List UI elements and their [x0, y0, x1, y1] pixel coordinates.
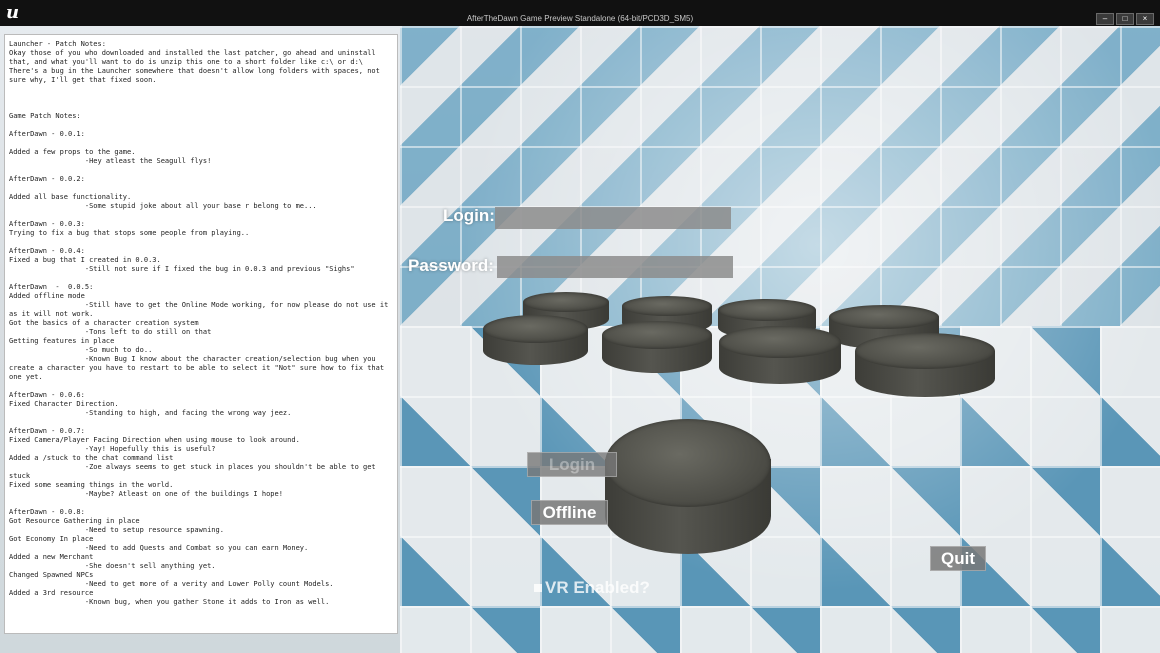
login-button[interactable]: Login [527, 452, 617, 477]
pedestal [855, 333, 995, 397]
minimize-button[interactable]: – [1096, 13, 1114, 25]
pedestal [602, 321, 712, 373]
login-input[interactable] [495, 207, 731, 229]
password-input[interactable] [497, 256, 733, 278]
character-pedestal [605, 419, 771, 554]
window-title: AfterTheDawn Game Preview Standalone (64… [466, 14, 694, 23]
quit-button[interactable]: Quit [930, 546, 986, 571]
offline-button[interactable]: Offline [531, 500, 608, 525]
patch-notes-panel[interactable]: Launcher - Patch Notes: Okay those of yo… [4, 34, 398, 634]
window-controls: – □ × [1096, 13, 1154, 25]
vr-checkbox[interactable] [534, 584, 542, 592]
restore-button[interactable]: □ [1116, 13, 1134, 25]
login-label: Login: [443, 206, 495, 225]
vr-enabled-toggle[interactable]: VR Enabled? [534, 578, 650, 598]
window-title-bar[interactable]: u AfterTheDawn Game Preview Standalone (… [0, 0, 1160, 26]
password-label: Password: [408, 256, 494, 275]
close-button[interactable]: × [1136, 13, 1154, 25]
vr-enabled-label: VR Enabled? [545, 578, 650, 597]
pedestal [719, 326, 841, 384]
pedestal [483, 315, 588, 365]
